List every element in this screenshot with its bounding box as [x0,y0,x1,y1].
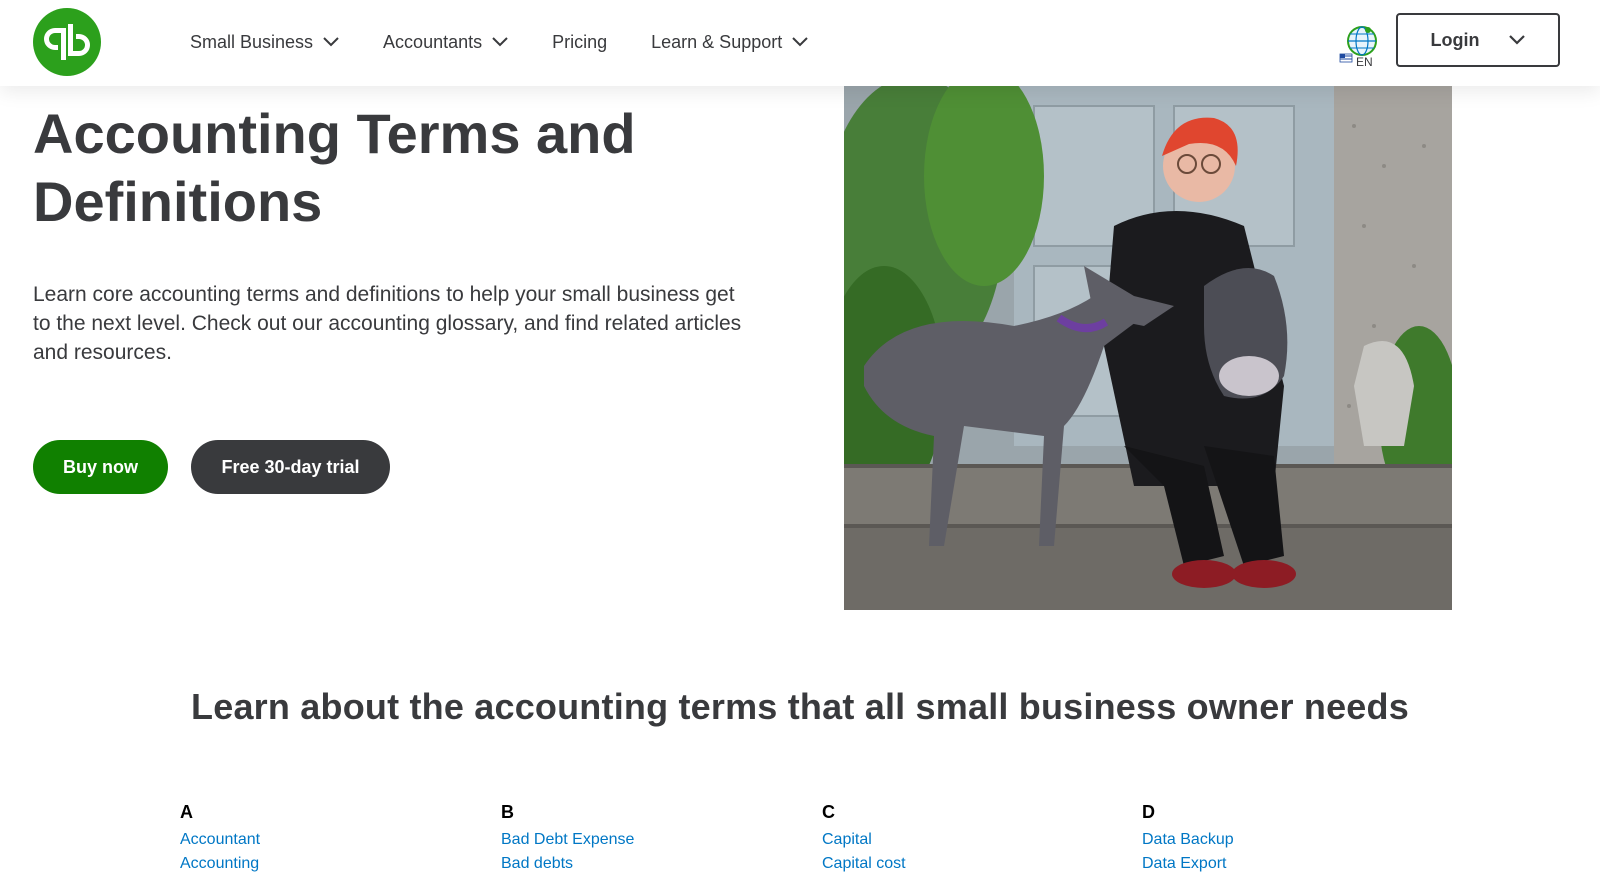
buy-now-button[interactable]: Buy now [33,440,168,494]
glossary-term-link[interactable]: Data Export [1142,852,1442,876]
nav-label: Pricing [552,31,608,52]
nav-accountants[interactable]: Accountants [383,32,508,53]
glossary-column-b: B Bad Debt Expense Bad debts [501,802,801,876]
page-title: Accounting Terms and Definitions [33,102,636,233]
main-nav: Small Business Accountants Pricing Learn… [190,0,852,84]
login-button[interactable]: Login [1396,13,1560,67]
glossary-term-link[interactable]: Capital cost [822,852,1122,876]
nav-small-business[interactable]: Small Business [190,32,339,53]
glossary-term-link[interactable]: Bad debts [501,852,801,876]
glossary-term-link[interactable]: Data Backup [1142,828,1442,852]
nav-label: Accountants [383,31,483,52]
chevron-down-icon [492,37,508,47]
chevron-down-icon [323,37,339,47]
glossary-letter: D [1142,802,1155,822]
nav-label: Learn & Support [651,31,783,52]
language-code: EN [1356,55,1373,69]
glossary-term-link[interactable]: Capital [822,828,1122,852]
hero-description: Learn core accounting terms and definiti… [33,283,742,364]
glossary-letter: C [822,802,835,822]
nav-label: Small Business [190,31,314,52]
chevron-down-icon [792,37,808,47]
login-label: Login [1430,29,1480,50]
glossary-column-c: C Capital Capital cost [822,802,1122,876]
hero-photo [844,86,1452,610]
glossary-term-link[interactable]: Bad Debt Expense [501,828,801,852]
section-title: Learn about the accounting terms that al… [191,686,1409,727]
glossary-term-link[interactable]: Accounting [180,852,480,876]
free-trial-button[interactable]: Free 30-day trial [191,440,390,494]
site-header: Small Business Accountants Pricing Learn… [0,0,1600,86]
quickbooks-logo-icon[interactable] [33,8,101,76]
nav-pricing[interactable]: Pricing [552,32,607,53]
glossary-column-d: D Data Backup Data Export [1142,802,1442,876]
glossary-column-a: A Accountant Accounting [180,802,480,876]
glossary-letter: B [501,802,514,822]
nav-learn-support[interactable]: Learn & Support [651,32,808,53]
glossary-term-link[interactable]: Accountant [180,828,480,852]
glossary-letter: A [180,802,193,822]
chevron-down-icon [1509,35,1526,45]
